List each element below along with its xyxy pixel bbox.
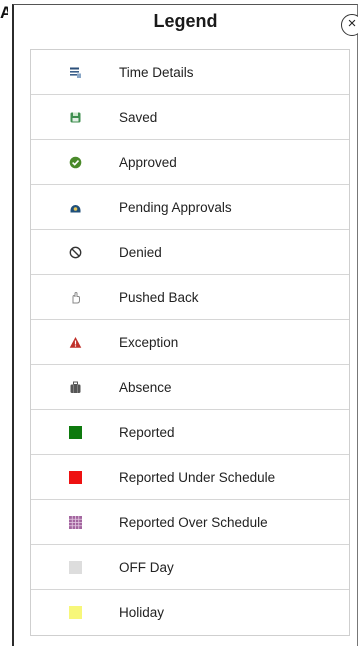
legend-item-label: Saved (119, 109, 158, 125)
holiday-swatch (68, 606, 82, 619)
pending-approvals-icon (70, 204, 80, 212)
legend-list: Time Details Saved Approved Pending Appr… (30, 49, 350, 636)
legend-item-holiday: Holiday (31, 590, 349, 635)
legend-item-reported: Reported (31, 410, 349, 455)
legend-item-reported-under-schedule: Reported Under Schedule (31, 455, 349, 500)
exception-icon (69, 336, 81, 348)
legend-item-label: Time Details (119, 64, 194, 80)
legend-item-time-details: Time Details (31, 50, 349, 95)
absence-icon (70, 381, 80, 393)
legend-item-label: Pending Approvals (119, 199, 232, 215)
close-button[interactable]: × (341, 14, 358, 36)
reported-swatch (68, 425, 82, 439)
legend-item-label: Reported Over Schedule (119, 514, 268, 530)
approved-icon (69, 156, 81, 168)
legend-item-pending-approvals: Pending Approvals (31, 185, 349, 230)
cropped-edge-mark: A (0, 4, 8, 21)
legend-item-label: Reported (119, 424, 175, 440)
legend-item-absence: Absence (31, 365, 349, 410)
reported-under-schedule-swatch (68, 470, 82, 484)
legend-item-exception: Exception (31, 320, 349, 365)
legend-item-label: Absence (119, 379, 172, 395)
legend-header: Legend × (14, 5, 358, 43)
legend-title: Legend (153, 11, 218, 31)
legend-item-label: Denied (119, 244, 162, 260)
legend-item-pushed-back: Pushed Back (31, 275, 349, 320)
legend-item-reported-over-schedule: Reported Over Schedule (31, 500, 349, 545)
off-day-swatch (68, 560, 82, 574)
legend-item-denied: Denied (31, 230, 349, 275)
legend-item-off-day: OFF Day (31, 545, 349, 590)
legend-dialog: Legend × Time Details Saved Approved Pen… (12, 4, 358, 646)
legend-item-label: Exception (119, 334, 179, 350)
legend-item-label: OFF Day (119, 559, 174, 575)
time-details-icon (69, 67, 81, 78)
legend-item-label: Reported Under Schedule (119, 469, 276, 485)
legend-item-label: Approved (119, 154, 177, 170)
legend-item-label: Pushed Back (119, 289, 199, 305)
reported-over-schedule-swatch (68, 515, 82, 529)
legend-item-approved: Approved (31, 140, 349, 185)
legend-item-label: Holiday (119, 605, 165, 620)
saved-icon (70, 112, 80, 122)
legend-item-saved: Saved (31, 95, 349, 140)
denied-icon (69, 246, 81, 258)
pushed-back-icon (72, 291, 80, 303)
close-icon: × (347, 15, 357, 32)
